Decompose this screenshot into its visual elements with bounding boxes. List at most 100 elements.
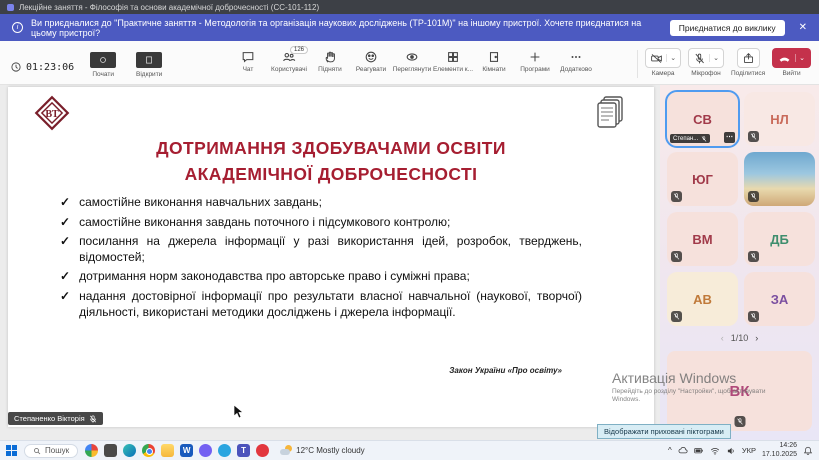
muted-indicator <box>748 191 759 202</box>
edge-icon[interactable] <box>123 444 137 457</box>
view-button[interactable]: Переглянути <box>392 46 432 73</box>
teams-app-icon <box>7 3 14 11</box>
taskbar-weather[interactable]: 12°C Mostly cloudy <box>280 444 365 457</box>
weather-text: 12°C Mostly cloudy <box>296 446 365 455</box>
mic-off-icon <box>750 193 757 200</box>
react-button[interactable]: Реагувати <box>351 46 391 73</box>
participant-initials: ЗА <box>770 291 789 307</box>
mic-off-icon <box>673 253 680 260</box>
door-icon <box>489 52 499 62</box>
bullet-text: посилання на джерела інформації у разі в… <box>79 234 582 264</box>
mic-off-icon <box>736 418 743 425</box>
participant-tile[interactable]: ЗА <box>744 272 815 326</box>
participant-initials: ДБ <box>770 231 789 247</box>
search-icon <box>34 447 41 454</box>
raise-hand-button[interactable]: Підняти <box>310 46 350 73</box>
join-call-button[interactable]: Приєднатися до виклику <box>669 19 785 36</box>
camera-off-icon <box>651 53 663 63</box>
mic-off-icon <box>89 414 96 423</box>
participants-sidebar: СВ Степан... ⋯ НЛ ЮГ ВМ ДБ АВ ЗА ‹ 1/10 … <box>660 85 819 440</box>
start-presenting-button[interactable]: Почати <box>86 47 120 78</box>
task-view-icon[interactable] <box>104 444 118 457</box>
grid-icon <box>448 52 458 62</box>
chat-label: Чат <box>242 66 254 73</box>
muted-indicator <box>748 251 759 262</box>
system-tray: ^ УКР 14:26 17.10.2025 <box>668 442 813 459</box>
check-icon: ✓ <box>60 234 71 249</box>
apps-button[interactable]: Програми <box>515 46 555 73</box>
opera-icon[interactable] <box>256 444 270 457</box>
muted-indicator <box>671 191 682 202</box>
share-button[interactable] <box>736 48 760 68</box>
participant-initials: НЛ <box>770 111 789 127</box>
participant-tile[interactable]: СВ Степан... ⋯ <box>665 90 740 148</box>
raise-hand-label: Підняти <box>318 66 342 73</box>
more-label: Додатково <box>560 66 592 73</box>
mic-button[interactable]: ⌄ <box>688 48 724 68</box>
language-indicator[interactable]: УКР <box>742 446 756 455</box>
meeting-elements-button[interactable]: Елементи к... <box>433 46 473 73</box>
participant-tile[interactable]: ДБ <box>744 212 815 266</box>
open-content-button[interactable]: Відкрити <box>132 47 166 78</box>
react-label: Реагувати <box>355 66 387 73</box>
toolbar-divider <box>637 50 639 78</box>
toolbar-right-group: ⌄ Камера ⌄ Мікрофон Поділитися ⌄ Вийти <box>637 48 811 78</box>
leave-button[interactable]: ⌄ <box>772 48 811 68</box>
page-prev-icon[interactable]: ‹ <box>721 333 724 343</box>
notification-close-icon[interactable]: ✕ <box>799 22 807 33</box>
battery-icon[interactable] <box>694 446 704 456</box>
more-button[interactable]: Додатково <box>556 46 596 73</box>
telegram-icon[interactable] <box>218 444 232 457</box>
tile-menu-icon[interactable]: ⋯ <box>724 132 735 143</box>
participants-button[interactable]: 126 Користувачі <box>269 46 309 73</box>
bullet-text: самостійне виконання завдань поточного і… <box>79 214 451 229</box>
meeting-elements-label: Елементи к... <box>432 66 474 73</box>
mouse-cursor <box>233 405 244 419</box>
wifi-icon[interactable] <box>710 446 720 456</box>
taskbar: Пошук W T 12°C Mostly cloudy ^ УКР 14:26… <box>0 440 819 460</box>
rooms-button[interactable]: Кімнати <box>474 46 514 73</box>
tray-tooltip: Відображати приховані піктограми <box>597 424 731 439</box>
start-presenting-thumbnail <box>90 52 117 68</box>
check-icon: ✓ <box>60 288 71 303</box>
widgets-icon[interactable] <box>85 444 99 457</box>
word-icon[interactable]: W <box>180 444 194 457</box>
leave-dropdown-icon[interactable]: ⌄ <box>795 54 805 62</box>
start-button[interactable] <box>6 445 17 456</box>
toolbar-center-group: Чат 126 Користувачі Підняти Реагувати Пе… <box>228 46 596 73</box>
camera-dropdown-icon[interactable]: ⌄ <box>666 54 676 62</box>
mic-off-icon <box>673 193 680 200</box>
onedrive-icon[interactable] <box>678 446 688 456</box>
chrome-icon[interactable] <box>142 444 156 457</box>
hidden-icons-caret[interactable]: ^ <box>668 446 672 455</box>
check-icon: ✓ <box>60 269 71 284</box>
page-next-icon[interactable]: › <box>755 333 758 343</box>
start-presenting-label: Почати <box>92 71 114 78</box>
share-label: Поділитися <box>730 70 766 77</box>
participant-tile[interactable]: ЮГ <box>667 152 738 206</box>
notifications-icon[interactable] <box>803 446 813 456</box>
list-item: ✓ самостійне виконання навчальних завдан… <box>60 195 582 211</box>
list-item: ✓ дотримання норм законодавства про авто… <box>60 269 582 285</box>
open-content-thumbnail <box>136 52 163 68</box>
taskbar-search[interactable]: Пошук <box>24 443 79 458</box>
volume-icon[interactable] <box>726 446 736 456</box>
share-group: Поділитися <box>731 48 765 77</box>
chat-button[interactable]: Чат <box>228 46 268 73</box>
taskbar-clock[interactable]: 14:26 17.10.2025 <box>762 442 797 459</box>
mic-dropdown-icon[interactable]: ⌄ <box>709 54 719 62</box>
mic-off-icon <box>750 253 757 260</box>
share-icon <box>743 52 753 63</box>
file-explorer-icon[interactable] <box>161 444 175 457</box>
participant-tile[interactable]: НЛ <box>744 92 815 146</box>
self-video-tile[interactable]: ВК <box>667 351 812 431</box>
participant-tile[interactable]: ВМ <box>667 212 738 266</box>
viber-icon[interactable] <box>199 444 213 457</box>
participant-tile[interactable]: АВ <box>667 272 738 326</box>
camera-button[interactable]: ⌄ <box>645 48 682 68</box>
hang-up-icon <box>779 57 790 62</box>
mic-off-icon <box>701 135 707 142</box>
teams-icon[interactable]: T <box>237 444 251 457</box>
participant-video-tile[interactable] <box>744 152 815 206</box>
open-content-label: Відкрити <box>136 71 163 78</box>
